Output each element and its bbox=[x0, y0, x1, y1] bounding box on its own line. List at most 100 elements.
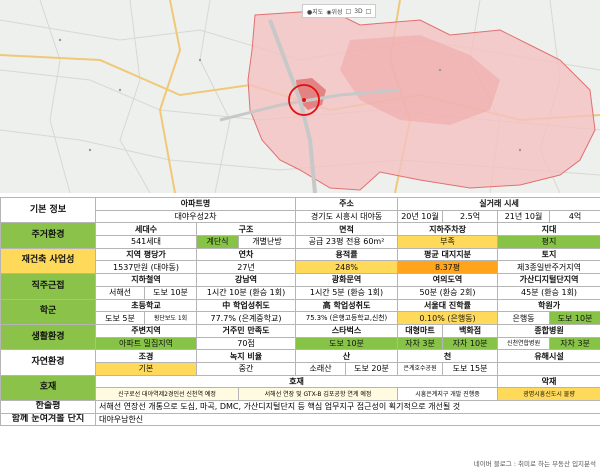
nature-label: 자연환경 bbox=[0, 349, 96, 376]
compare: 대야우남한신 bbox=[94, 412, 600, 427]
gwanghwamun-time: 1시간 5분 (환승 1회) bbox=[295, 285, 399, 300]
gwanghwamun-header: 광화문역 bbox=[295, 273, 399, 287]
commute-label: 직주근접 bbox=[0, 273, 96, 300]
dept-header: 백화점 bbox=[442, 323, 499, 338]
land-share-header: 평균 대지지분 bbox=[397, 247, 499, 262]
bad-factor: 광명시흥신도시 물량 bbox=[497, 387, 600, 401]
structure-type: 계단식 bbox=[196, 235, 239, 249]
elementary-walk: 도보 5분 bbox=[95, 311, 145, 325]
land-header: 토지 bbox=[497, 247, 600, 262]
apt-name-header: 아파트명 bbox=[94, 197, 297, 211]
address: 경기도 시흥시 대야동 bbox=[295, 209, 399, 224]
map-controls[interactable]: ●지도 ◉위성 □ 3D □ bbox=[302, 4, 377, 18]
age: 27년 bbox=[195, 260, 297, 275]
green: 중간 bbox=[195, 361, 297, 376]
far-header: 용적률 bbox=[295, 247, 399, 262]
starbucks-walk: 도보 10분 bbox=[295, 336, 399, 351]
good-factor-2: 서해선 연장 및 GTX-B 김포공항 연계 예정 bbox=[237, 387, 399, 401]
price2: 4억 bbox=[549, 209, 600, 224]
map-mode-cadastral[interactable]: □ bbox=[346, 8, 352, 15]
parking-header: 지하주차장 bbox=[397, 222, 499, 237]
apartment-info-table: 기본 정보 아파트명 주소 실거래 시세 대야우성2차 경기도 시흥시 대야동 … bbox=[0, 196, 600, 427]
factor-label: 호재 bbox=[0, 374, 96, 402]
gangnam-header: 강남역 bbox=[195, 273, 297, 287]
map-area[interactable]: ●지도 ◉위성 □ 3D □ bbox=[0, 0, 600, 193]
map-mode-extra[interactable]: □ bbox=[366, 8, 372, 15]
zone-header: 주변지역 bbox=[95, 323, 197, 338]
resident-score: 70점 bbox=[195, 336, 297, 351]
facility-header: 유해시설 bbox=[497, 349, 600, 363]
heating-type: 개별난방 bbox=[237, 235, 297, 249]
zone: 아파트 밀집지역 bbox=[95, 336, 197, 351]
address-header: 주소 bbox=[295, 197, 399, 211]
gangnam-time: 1시간 10분 (환승 1회) bbox=[195, 285, 297, 300]
mountain-walk: 도보 20분 bbox=[345, 361, 399, 376]
price1: 2.5억 bbox=[442, 209, 499, 224]
gasan-header: 가산디지털단지역 bbox=[497, 273, 600, 287]
subway-walk: 도보 10분 bbox=[144, 285, 197, 300]
dept-drive: 자차 10분 bbox=[442, 336, 499, 351]
view-header: 조경 bbox=[95, 349, 197, 363]
academy-area: 은행동 bbox=[497, 311, 551, 325]
terrain: 평지 bbox=[497, 235, 600, 249]
compare-label: 함께 눈여겨볼 단지 bbox=[0, 412, 96, 427]
stream-header: 천 bbox=[397, 349, 499, 363]
map-mode-satellite[interactable]: ◉위성 bbox=[326, 7, 342, 16]
good-factor-3: 시흥은계지구 개발 진행중 bbox=[397, 387, 499, 401]
academy-walk: 도보 10분 bbox=[549, 311, 600, 325]
living-label: 주거환경 bbox=[0, 222, 96, 249]
map-mode-3d[interactable]: 3D bbox=[354, 8, 362, 15]
starbucks-header: 스타벅스 bbox=[295, 323, 399, 338]
area-header: 면적 bbox=[295, 222, 399, 237]
rebuild-label: 재건축 사업성 bbox=[0, 247, 96, 275]
price2-date: 21년 10월 bbox=[497, 209, 551, 224]
far: 248% bbox=[295, 260, 399, 275]
pyeong-price-header: 지역 평당가 bbox=[95, 247, 197, 262]
hospital-name: 신천연합병원 bbox=[497, 336, 551, 351]
life-label: 생활환경 bbox=[0, 323, 96, 351]
map-mode-normal[interactable]: ●지도 bbox=[307, 7, 323, 16]
households: 541세대 bbox=[95, 235, 197, 249]
source-caption: 네이버 블로그 : 취미로 하는 부동산 입지분석 bbox=[473, 460, 596, 468]
age-header: 연차 bbox=[195, 247, 297, 262]
stream-walk: 도보 15분 bbox=[442, 361, 499, 376]
yeouido-header: 여의도역 bbox=[397, 273, 499, 287]
gasan-time: 45분 (환승 1회) bbox=[497, 285, 600, 300]
summary: 서해선 연장선 개통으로 도심, 마곡, DMC, 가산디지털단지 등 핵심 업… bbox=[94, 400, 600, 414]
middle-header: 中 학업성취도 bbox=[195, 298, 297, 313]
good-factor-1: 신구로선 대야역제2경인선 신천역 예정 bbox=[95, 387, 239, 401]
mountain-header: 산 bbox=[295, 349, 399, 363]
hospital-drive: 자차 3분 bbox=[549, 336, 600, 351]
mart-drive: 자차 3분 bbox=[397, 336, 444, 351]
land-share: 8.37평 bbox=[397, 260, 499, 275]
resident-header: 거주민 만족도 bbox=[195, 323, 297, 338]
map-canvas bbox=[0, 0, 600, 193]
area: 공급 23평 전용 60m² bbox=[295, 235, 399, 249]
good-header: 호재 bbox=[94, 374, 499, 389]
yeouido-time: 50분 (환승 2회) bbox=[397, 285, 499, 300]
school-label: 학군 bbox=[0, 298, 96, 325]
pyeong-price: 1537만원 (대야동) bbox=[95, 260, 197, 275]
green-header: 녹지 비율 bbox=[195, 349, 297, 363]
basic-label: 기본 정보 bbox=[0, 196, 96, 224]
parking: 부족 bbox=[397, 235, 499, 249]
elementary-crossing: 횡단보도 1회 bbox=[144, 311, 197, 325]
mountain-name: 소래산 bbox=[295, 361, 347, 376]
elementary-header: 초등학교 bbox=[95, 298, 197, 313]
view: 기본 bbox=[95, 361, 197, 376]
snu-header: 서울대 진학률 bbox=[397, 298, 499, 313]
high-header: 高 학업성취도 bbox=[295, 298, 399, 313]
hospital-header: 종합병원 bbox=[497, 323, 600, 338]
facility bbox=[497, 361, 600, 376]
academy-header: 학원가 bbox=[497, 298, 600, 313]
land: 제3종일반주거지역 bbox=[497, 260, 600, 275]
apt-name: 대야우성2차 bbox=[94, 209, 297, 224]
stream-name: 은계호수공원 bbox=[397, 361, 444, 376]
bad-header: 악재 bbox=[497, 374, 600, 389]
mart-header: 대형마트 bbox=[397, 323, 444, 338]
subway-line: 서해선 bbox=[95, 285, 145, 300]
high-score: 75.3% (은행고등학교,신천) bbox=[295, 311, 399, 325]
summary-label: 한줄평 bbox=[0, 400, 96, 414]
price1-date: 20년 10월 bbox=[397, 209, 444, 224]
structure-header: 구조 bbox=[195, 222, 297, 237]
